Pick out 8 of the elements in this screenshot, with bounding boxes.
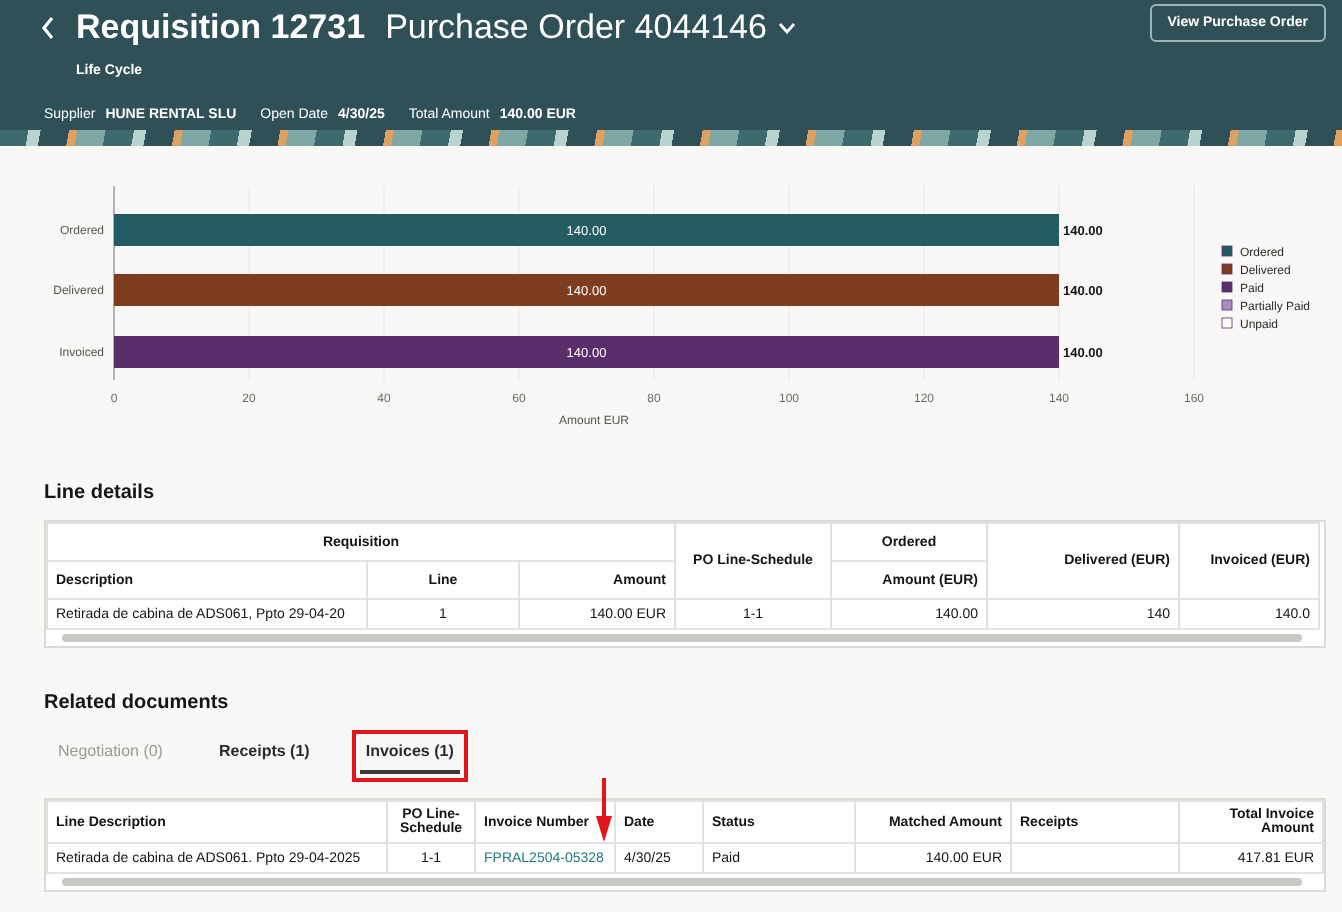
- section-title: Line details: [44, 482, 157, 504]
- page-subtitle: Purchase Order 4044146: [385, 8, 767, 48]
- tab[interactable]: Invoices (1): [359, 738, 460, 774]
- chevron-down-icon[interactable]: [778, 22, 797, 34]
- section-title: Related documents: [44, 692, 231, 714]
- back-icon[interactable]: [40, 16, 56, 40]
- tab[interactable]: Receipts (1): [212, 738, 316, 774]
- page-title: Requisition 12731: [76, 8, 366, 48]
